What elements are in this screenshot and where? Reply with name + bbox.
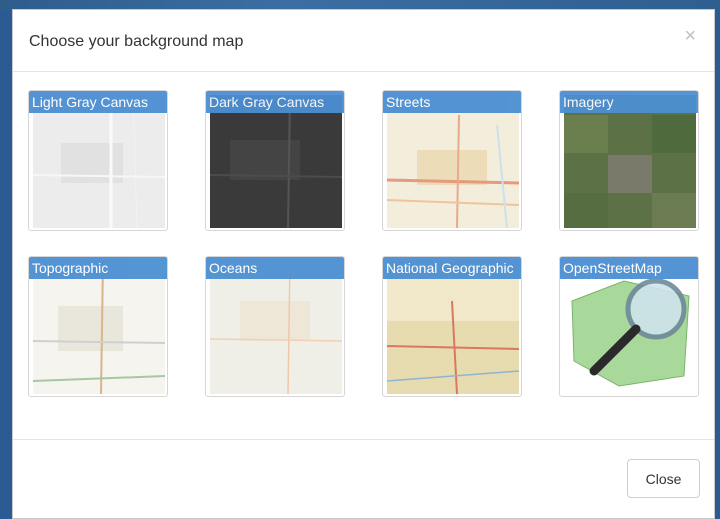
tile-label: Oceans [206,257,344,279]
basemap-tile-streets[interactable]: Streets [382,90,522,231]
national-geographic-map-thumbnail [387,261,519,394]
close-button[interactable]: Close [627,459,700,498]
openstreetmap-logo-thumbnail [564,261,696,394]
dialog-footer-divider [13,439,714,440]
tile-label: Dark Gray Canvas [206,91,344,113]
tile-label: Light Gray Canvas [29,91,167,113]
tile-label: National Geographic [383,257,521,279]
basemap-tile-openstreetmap[interactable]: OpenStreetMap [559,256,699,397]
basemap-tile-oceans[interactable]: Oceans [205,256,345,397]
light-gray-map-thumbnail [33,95,165,228]
basemap-tile-dark-gray-canvas[interactable]: Dark Gray Canvas [205,90,345,231]
imagery-map-thumbnail [564,95,696,228]
close-icon[interactable]: × [684,26,696,46]
topographic-map-thumbnail [33,261,165,394]
basemap-tile-imagery[interactable]: Imagery [559,90,699,231]
basemap-tile-topographic[interactable]: Topographic [28,256,168,397]
basemap-dialog: Choose your background map × Light Gray … [12,9,715,519]
tile-label: Topographic [29,257,167,279]
oceans-map-thumbnail [210,261,342,394]
dialog-header: Choose your background map × [13,10,714,72]
tile-label: Imagery [560,91,698,113]
basemap-tile-national-geographic[interactable]: National Geographic [382,256,522,397]
tile-label: Streets [383,91,521,113]
tile-label: OpenStreetMap [560,257,698,279]
streets-map-thumbnail [387,95,519,228]
dark-gray-map-thumbnail [210,95,342,228]
basemap-tile-light-gray-canvas[interactable]: Light Gray Canvas [28,90,168,231]
dialog-title: Choose your background map [29,33,244,50]
